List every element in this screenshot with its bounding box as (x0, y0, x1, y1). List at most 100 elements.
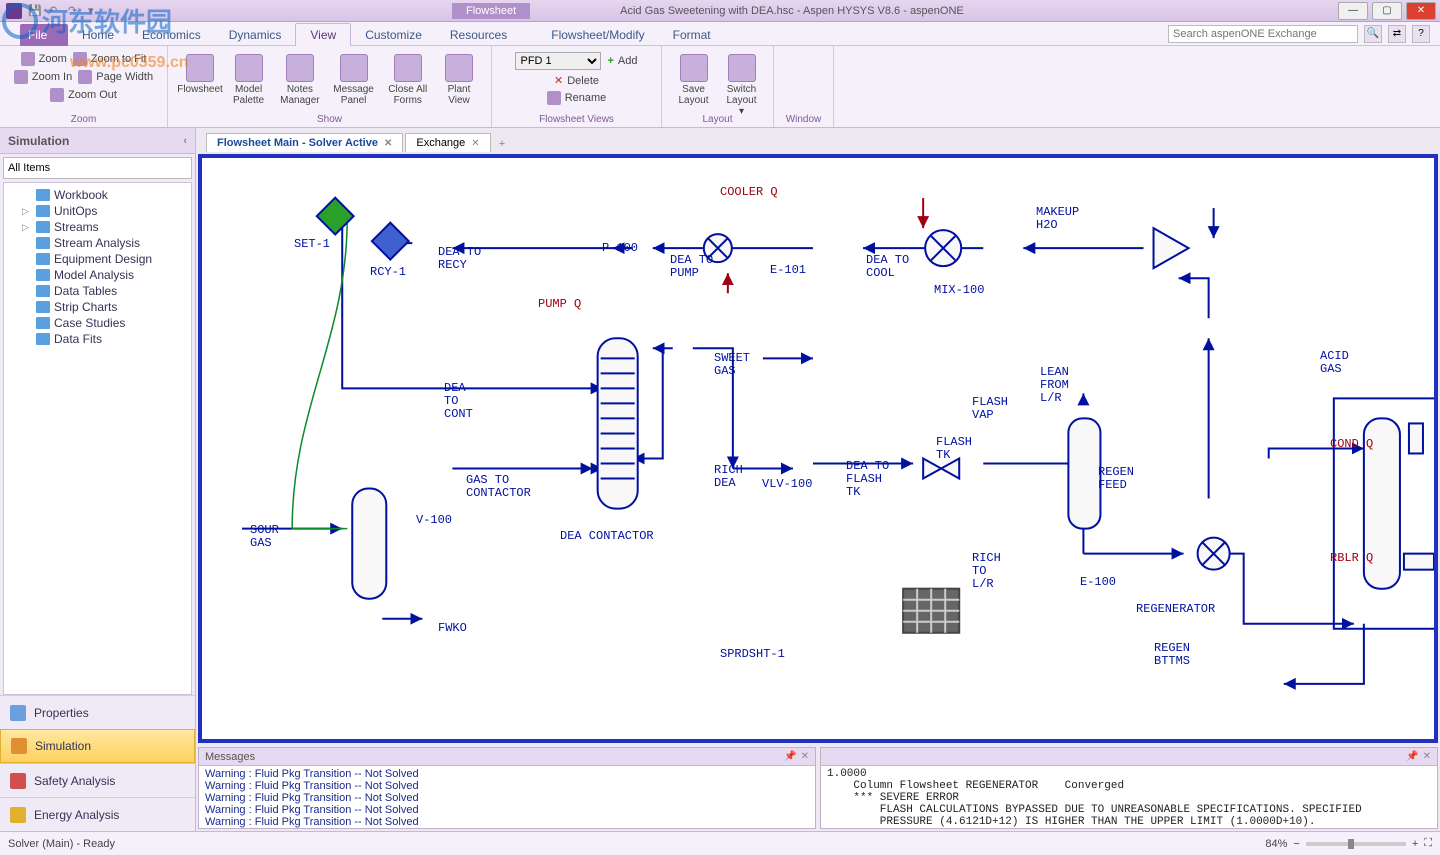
navigation-panel: Simulation‹ Workbook ▷UnitOps ▷Streams S… (0, 128, 196, 831)
tree-node-case-studies[interactable]: Case Studies (8, 315, 187, 331)
search-input[interactable] (1168, 25, 1358, 43)
tab-format[interactable]: Format (659, 24, 725, 46)
rename-view-button[interactable]: Rename (547, 91, 607, 105)
tree-node-strip-charts[interactable]: Strip Charts (8, 299, 187, 315)
label-sweet-gas: SWEET GAS (714, 352, 750, 378)
group-zoom-label: Zoom (0, 114, 167, 125)
environment-switcher: Properties Simulation Safety Analysis En… (0, 695, 195, 831)
label-flash-tk: FLASH TK (936, 436, 972, 462)
message-panel-icon (340, 54, 368, 82)
tree-node-workbook[interactable]: Workbook (8, 187, 187, 203)
close-all-forms-button[interactable]: Close All Forms (381, 50, 436, 110)
plant-view-button[interactable]: Plant View (435, 50, 483, 110)
pane-close-icon[interactable]: ✕ (801, 751, 809, 762)
pane-pin-icon[interactable]: 📌 (784, 751, 796, 762)
exchange-button[interactable]: ⇄ (1388, 25, 1406, 43)
window-opt1-icon[interactable] (795, 52, 813, 66)
label-vlv100: VLV-100 (762, 478, 812, 491)
group-window-label: Window (774, 114, 833, 125)
label-rich-dea: RICH DEA (714, 464, 743, 490)
label-rblr-q: RBLR Q (1330, 552, 1373, 565)
zoom-slider[interactable] (1306, 842, 1406, 846)
tab-customize[interactable]: Customize (351, 24, 436, 46)
zoom-out-icon[interactable]: − (1293, 838, 1299, 850)
zoom-value: 84% (1265, 838, 1287, 850)
messages-body[interactable]: Warning : Fluid Pkg Transition -- Not So… (199, 766, 815, 828)
trace-body[interactable]: 1.0000 Column Flowsheet REGENERATOR Conv… (821, 766, 1437, 828)
env-simulation[interactable]: Simulation (0, 729, 195, 763)
watermark-url: www.pc0359.cn (70, 54, 189, 72)
simulation-icon (11, 738, 27, 754)
nav-tree[interactable]: Workbook ▷UnitOps ▷Streams Stream Analys… (3, 182, 192, 695)
messages-header: Messages (205, 751, 255, 763)
message-line: Warning : Fluid Pkg Transition -- Not So… (205, 816, 809, 828)
label-cooler-q: COOLER Q (720, 186, 778, 199)
fit-icon[interactable]: ⛶ (1424, 837, 1432, 850)
rename-icon (547, 91, 561, 105)
tree-node-stream-analysis[interactable]: Stream Analysis (8, 235, 187, 251)
label-fwko: FWKO (438, 622, 467, 635)
label-dea-to-cont: DEA TO CONT (444, 382, 473, 422)
pane-close-icon[interactable]: ✕ (1423, 751, 1431, 762)
env-safety[interactable]: Safety Analysis (0, 763, 195, 797)
zoom-button[interactable]: Zoom (21, 52, 67, 66)
save-layout-icon (680, 54, 708, 82)
model-palette-button[interactable]: Model Palette (224, 50, 273, 110)
contextual-tab-label: Flowsheet (452, 3, 530, 19)
page-width-button[interactable]: Page Width (78, 70, 153, 84)
collapse-nav-icon[interactable]: ‹ (183, 135, 187, 147)
help-button[interactable]: ? (1412, 25, 1430, 43)
label-acid-gas: ACID GAS (1320, 350, 1349, 376)
message-panel-button[interactable]: Message Panel (327, 50, 381, 110)
group-layout-label: Layout (662, 114, 773, 125)
message-line: Warning : Fluid Pkg Transition -- Not So… (205, 780, 809, 792)
doc-tab-flowsheet-main[interactable]: Flowsheet Main - Solver Active✕ (206, 133, 403, 152)
nav-filter-input[interactable] (3, 157, 192, 179)
tab-dynamics[interactable]: Dynamics (215, 24, 296, 46)
env-properties[interactable]: Properties (0, 695, 195, 729)
plus-icon: + (607, 55, 613, 67)
label-dea-contactor: DEA CONTACTOR (560, 530, 654, 543)
window-opt2-icon[interactable] (795, 68, 813, 82)
ribbon: Zoom Zoom to Fit Zoom In Page Width Zoom… (0, 46, 1440, 128)
minimize-button[interactable]: — (1338, 2, 1368, 20)
zoom-in-button[interactable]: Zoom In (14, 70, 72, 84)
tree-node-unitops[interactable]: ▷UnitOps (8, 203, 187, 219)
tab-flowsheet-modify[interactable]: Flowsheet/Modify (537, 24, 658, 46)
label-lean-from-lr: LEAN FROM L/R (1040, 366, 1069, 406)
delete-view-button[interactable]: ✕Delete (554, 74, 599, 87)
search-button[interactable]: 🔍 (1364, 25, 1382, 43)
pane-pin-icon[interactable]: 📌 (1406, 751, 1418, 762)
notes-manager-button[interactable]: Notes Manager (273, 50, 327, 110)
close-tab-icon[interactable]: ✕ (471, 138, 479, 149)
save-layout-button[interactable]: Save Layout (670, 50, 718, 121)
tree-node-model-analysis[interactable]: Model Analysis (8, 267, 187, 283)
tree-node-equipment-design[interactable]: Equipment Design (8, 251, 187, 267)
tab-view[interactable]: View (295, 23, 351, 46)
pfd-select[interactable]: PFD 1 (515, 52, 601, 70)
switch-layout-button[interactable]: Switch Layout ▾ (718, 50, 766, 121)
label-gas-to-contactor: GAS TO CONTACTOR (466, 474, 531, 500)
close-tab-icon[interactable]: ✕ (384, 138, 392, 149)
flowsheet-canvas[interactable]: SET-1 RCY-1 DEA TO RECY DEA TO CONT PUMP… (198, 154, 1438, 743)
zoom-out-button[interactable]: Zoom Out (50, 88, 117, 102)
add-view-button[interactable]: +Add (607, 55, 637, 67)
nav-header: Simulation‹ (0, 128, 195, 154)
page-width-icon (78, 70, 92, 84)
tree-node-streams[interactable]: ▷Streams (8, 219, 187, 235)
tree-node-data-fits[interactable]: Data Fits (8, 331, 187, 347)
group-fsv-label: Flowsheet Views (492, 114, 661, 125)
zoom-in-icon[interactable]: + (1412, 838, 1418, 850)
add-tab-button[interactable]: + (493, 136, 511, 152)
flask-icon (10, 705, 26, 721)
label-set1: SET-1 (294, 238, 330, 251)
close-button[interactable]: ✕ (1406, 2, 1436, 20)
tree-node-data-tables[interactable]: Data Tables (8, 283, 187, 299)
env-energy[interactable]: Energy Analysis (0, 797, 195, 831)
flowsheet-icon (186, 54, 214, 82)
switch-layout-icon (728, 54, 756, 82)
group-show-label: Show (168, 114, 491, 125)
tab-resources[interactable]: Resources (436, 24, 521, 46)
restore-button[interactable]: ▢ (1372, 2, 1402, 20)
doc-tab-exchange[interactable]: Exchange✕ (405, 133, 490, 152)
